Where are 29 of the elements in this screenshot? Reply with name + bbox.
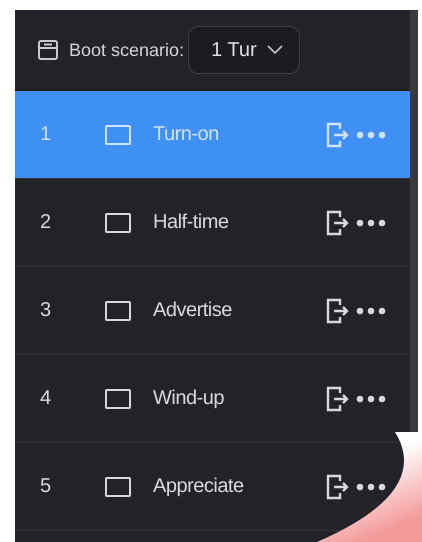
row-number: 4 [40, 387, 52, 410]
drawer-icon [37, 39, 59, 61]
scenario-row[interactable]: 3 Advertise [15, 267, 410, 355]
scenario-name: Advertise [153, 299, 233, 322]
exit-arrow-icon[interactable] [326, 298, 350, 324]
scenario-name: Wind-up [153, 387, 225, 410]
row-number: 1 [40, 123, 52, 146]
more-icon[interactable] [356, 218, 386, 226]
exit-arrow-icon[interactable] [326, 474, 350, 500]
chevron-down-icon [266, 45, 283, 55]
row-number: 3 [40, 299, 52, 322]
scenario-name: Half-time [153, 211, 230, 234]
checkbox[interactable] [105, 124, 131, 144]
row-number: 2 [40, 211, 52, 234]
checkbox[interactable] [105, 476, 131, 496]
exit-arrow-icon[interactable] [326, 386, 350, 412]
more-icon[interactable] [356, 394, 386, 402]
boot-scenario-label: Boot scenario: [69, 40, 184, 60]
checkbox[interactable] [105, 300, 131, 320]
checkbox[interactable] [105, 388, 131, 408]
scenario-row[interactable]: 2 Half-time [15, 179, 410, 267]
checkbox[interactable] [105, 212, 131, 232]
row-number: 5 [40, 475, 52, 498]
scenario-name: Appreciate [153, 475, 245, 498]
more-icon[interactable] [356, 306, 386, 314]
more-icon[interactable] [356, 482, 386, 490]
scenario-name: Turn-on [153, 123, 220, 146]
exit-arrow-icon[interactable] [326, 210, 350, 236]
scenario-dropdown[interactable]: 1 Tur [188, 26, 300, 74]
